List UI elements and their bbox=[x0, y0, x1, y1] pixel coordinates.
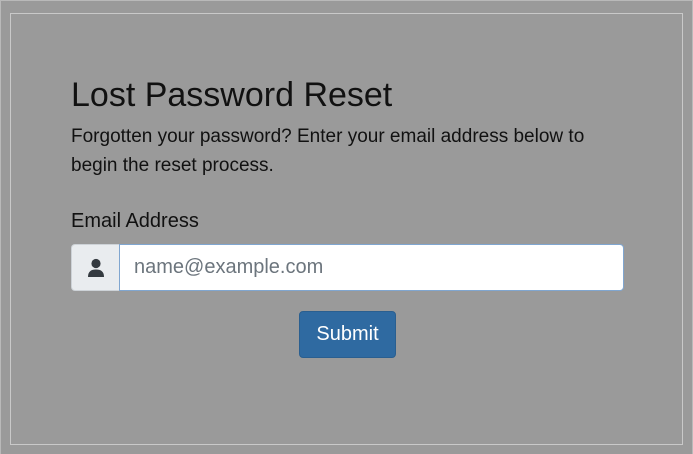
email-label: Email Address bbox=[71, 210, 199, 232]
user-icon bbox=[71, 244, 119, 291]
user-icon-graphic bbox=[87, 258, 104, 277]
email-input-group bbox=[71, 244, 624, 291]
form-description: Forgotten your password? Enter your emai… bbox=[71, 126, 585, 176]
email-field[interactable] bbox=[119, 244, 624, 291]
password-reset-form: Lost Password Reset Forgotten your passw… bbox=[71, 74, 624, 358]
window-edge-left bbox=[0, 0, 1, 454]
window-edge-top bbox=[0, 0, 693, 1]
button-row: Submit bbox=[71, 311, 624, 358]
submit-button[interactable]: Submit bbox=[299, 311, 396, 358]
page-title: Lost Password Reset bbox=[71, 76, 393, 114]
